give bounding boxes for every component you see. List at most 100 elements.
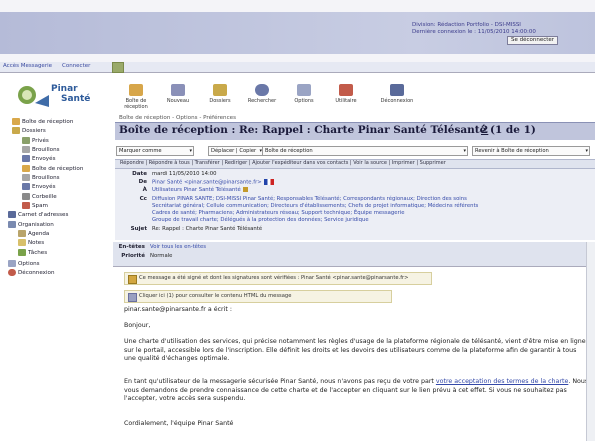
logout-icon: [390, 84, 404, 96]
toolbar-search-button[interactable]: Rechercher: [242, 84, 282, 104]
signature-icon: [128, 275, 137, 284]
options-icon: [8, 260, 16, 267]
contact-icon: [242, 187, 248, 192]
sidebar-item-drafts[interactable]: Brouillons: [22, 146, 60, 153]
toolbar: Boîte de réception Nouveau Dossiers Rech…: [116, 84, 436, 118]
sidebar-item-spam[interactable]: Spam: [22, 202, 48, 209]
quoted-from-line: pinar.sante@pinarsante.fr a écrit :: [124, 306, 232, 313]
flag-icon: [263, 179, 274, 185]
last-login: Dernière connexion le : 11/05/2010 14:00…: [412, 29, 536, 35]
logo: Pinar Santé: [13, 81, 108, 113]
new-mail-icon: [171, 84, 185, 96]
page-title: Boîte de réception : Re: Rappel : Charte…: [119, 124, 536, 136]
folder-icon: [22, 137, 30, 144]
toolbar-label: Nouveau: [166, 98, 190, 104]
sidebar-item-sent[interactable]: Envoyés: [22, 155, 55, 162]
draft-icon: [22, 146, 30, 153]
logo-text-2: Santé: [61, 94, 91, 104]
sidebar-item-addressbook[interactable]: Carnet d'adresses: [8, 211, 68, 218]
cc-line-2[interactable]: Secrétariat général; Cellule communicati…: [152, 203, 478, 209]
service-nav-mail[interactable]: Accès Messagerie: [3, 63, 52, 69]
folder-icon: [213, 84, 227, 96]
sidebar-item-organizer[interactable]: Organisation: [8, 221, 54, 228]
from-value[interactable]: Pinar Santé <pinar.sante@pinarsante.fr>: [152, 179, 274, 186]
priority-label: Priorité: [121, 253, 145, 259]
notes-icon: [18, 239, 26, 246]
cc-line-4[interactable]: Groupe de travail charte; Délégués à la …: [152, 217, 369, 223]
sidebar-item-options[interactable]: Options: [8, 260, 40, 267]
message-actions[interactable]: Répondre | Répondre à tous | Transférer …: [120, 160, 446, 166]
toolbar-label: Boîte de réception: [124, 98, 148, 110]
toolbar-folders-button[interactable]: Dossiers: [200, 84, 240, 104]
toolbar-new-button[interactable]: Nouveau: [158, 84, 198, 104]
html-icon: [128, 293, 137, 302]
sent-icon: [22, 155, 30, 162]
html-content-notice[interactable]: Cliquer ici (1) pour consulter le conten…: [124, 290, 392, 303]
extra-header-rows: En-têtes Voir tous les en-têtes Priorité…: [113, 242, 595, 266]
move-copy-select[interactable]: Déplacer | Copier: [208, 146, 264, 156]
toolbar-label: Dossiers: [209, 98, 231, 104]
search-icon: [255, 84, 269, 96]
grid-icon[interactable]: [112, 62, 124, 73]
sidebar-item-drafts-2[interactable]: Brouillons: [22, 174, 60, 181]
service-nav-connect[interactable]: Connecter: [62, 63, 90, 69]
sidebar-item-tasks[interactable]: Tâches: [18, 249, 47, 256]
cc-line-3[interactable]: Cadres de santé; Pharmaciens; Administra…: [152, 210, 404, 216]
body-paragraph-1: Une charte d'utilisation des services, q…: [124, 338, 586, 363]
folder-icon: [12, 127, 20, 134]
sidebar-item-notes[interactable]: Notes: [18, 239, 44, 246]
inbox-icon: [12, 118, 20, 125]
service-nav: Accès Messagerie Connecter: [0, 62, 595, 73]
toolbar-logout-button[interactable]: Déconnexion: [370, 84, 424, 104]
to-label: À: [142, 187, 147, 193]
logout-button[interactable]: Se déconnecter: [507, 36, 559, 45]
headers-label: En-têtes: [118, 244, 145, 250]
greeting: Bonjour,: [124, 322, 151, 329]
headers-link[interactable]: Voir tous les en-têtes: [150, 244, 206, 250]
return-select[interactable]: Revenir à Boîte de réception: [472, 146, 590, 156]
sidebar-item-inbox[interactable]: Boîte de réception: [12, 118, 73, 125]
body-paragraph-2: En tant qu'utilisateur de la messagerie …: [124, 378, 589, 403]
to-value[interactable]: Utilisateurs Pinar Santé Télésanté: [152, 187, 248, 193]
from-label: De: [138, 179, 147, 185]
toolbar-inbox-button[interactable]: Boîte de réception: [116, 84, 156, 110]
sent-icon: [22, 183, 30, 190]
mark-as-select[interactable]: Marquer comme: [116, 146, 194, 156]
toolbar-options-button[interactable]: Options: [284, 84, 324, 104]
user-division: Division: Rédaction Portfolio - DSI-MISS…: [412, 22, 521, 28]
sidebar-item-private[interactable]: Privés: [22, 137, 49, 144]
logout-icon: [8, 269, 16, 276]
signature-notice: Ce message a été signé et dont les signa…: [124, 272, 432, 285]
trash-icon: [22, 193, 30, 200]
subject-label: Sujet: [130, 226, 147, 232]
charter-link[interactable]: votre acceptation des termes de la chart…: [436, 378, 568, 385]
cc-label: Cc: [139, 196, 147, 202]
title-count-link[interactable]: 2: [481, 124, 488, 136]
inbox-icon: [22, 165, 30, 172]
sidebar-item-logout[interactable]: Déconnexion: [8, 269, 55, 276]
options-icon: [297, 84, 311, 96]
toolbar-label: Rechercher: [247, 98, 277, 104]
toolbar-label: Déconnexion: [380, 98, 414, 104]
spam-icon: [22, 202, 30, 209]
tools-icon: [339, 84, 353, 96]
sidebar-item-trash[interactable]: Corbeille: [22, 193, 57, 200]
calendar-icon: [18, 230, 26, 237]
scrollbar[interactable]: [586, 242, 595, 441]
cc-line-1[interactable]: Diffusion PINAR SANTE; DSI-MISSI Pinar S…: [152, 196, 467, 202]
toolbar-label: Options: [294, 98, 314, 104]
toolbar-tools-button[interactable]: Utilitaire: [326, 84, 366, 104]
user-info-box: Division: Rédaction Portfolio - DSI-MISS…: [412, 22, 586, 60]
sidebar-item-inbox-2[interactable]: Boîte de réception: [22, 165, 83, 172]
priority-value: Normale: [150, 253, 173, 259]
header-fields-content: Date mardi 11/05/2010 14:00 De Pinar San…: [115, 169, 595, 240]
folder-select[interactable]: Boîte de réception: [262, 146, 468, 156]
subject-value: Re: Rappel : Charte Pinar Santé Télésant…: [152, 226, 263, 232]
logo-text-1: Pinar: [51, 84, 78, 94]
sidebar-item-folders[interactable]: Dossiers: [12, 127, 46, 134]
organizer-icon: [8, 221, 16, 228]
draft-icon: [22, 174, 30, 181]
sidebar-item-calendar[interactable]: Agenda: [18, 230, 49, 237]
sidebar-item-sent-2[interactable]: Envoyés: [22, 183, 55, 190]
breadcrumb[interactable]: Boîte de réception - Options - Préférenc…: [119, 115, 236, 121]
